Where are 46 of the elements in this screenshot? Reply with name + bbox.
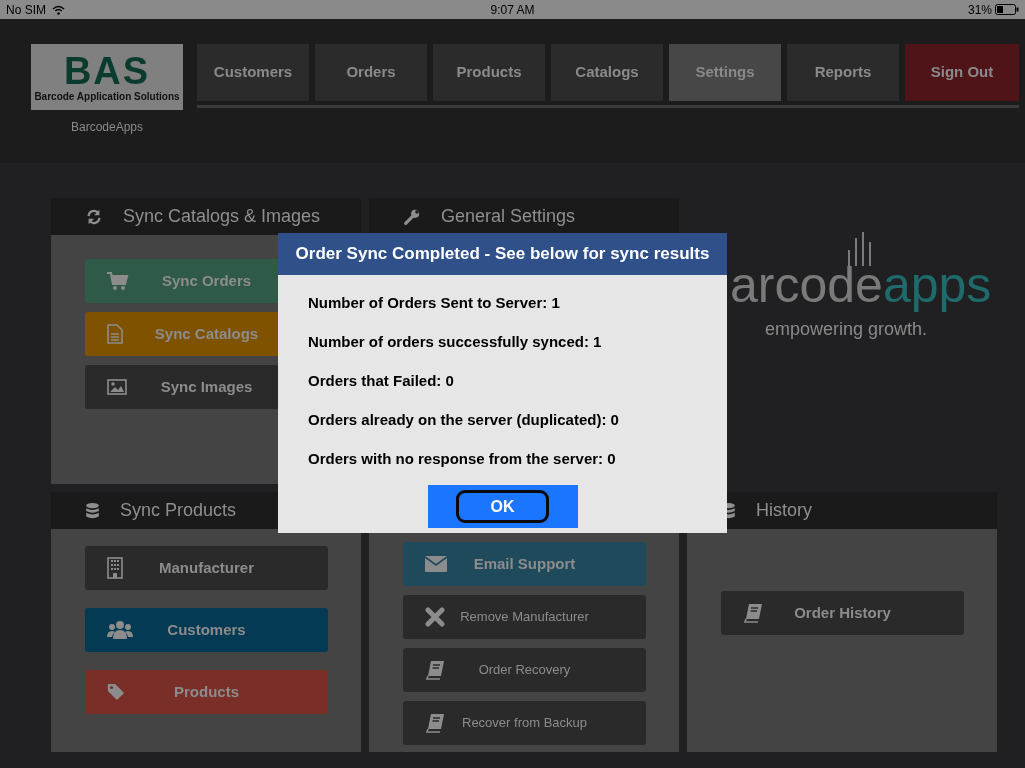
database-icon	[85, 501, 100, 520]
nav-tab[interactable]: Settings	[669, 44, 781, 101]
brand-tagline: empowering growth.	[765, 318, 928, 341]
wifi-icon	[52, 4, 65, 15]
nav-tab[interactable]: Orders	[315, 44, 427, 101]
action-button[interactable]: Manufacturer	[85, 546, 328, 590]
book-icon	[743, 603, 763, 623]
document-icon	[107, 324, 123, 344]
panel-title: General Settings	[441, 205, 576, 228]
wrench-icon	[403, 207, 421, 226]
action-button[interactable]: Customers	[85, 608, 328, 652]
sync-icon	[85, 207, 103, 226]
action-button[interactable]: Remove Manufacturer	[403, 595, 646, 639]
panel-title: History	[756, 499, 812, 522]
ok-button[interactable]: OK	[427, 485, 578, 528]
battery-icon	[995, 4, 1019, 15]
brand-logo-text: arcodeapps	[730, 260, 992, 310]
users-icon	[107, 620, 133, 640]
action-button[interactable]: Order Recovery	[403, 648, 646, 692]
sign-out-button[interactable]: Sign Out	[905, 44, 1019, 101]
nav-tab[interactable]: Customers	[197, 44, 309, 101]
cross-icon	[425, 607, 445, 627]
book-icon	[425, 660, 445, 680]
dialog-message: Orders with no response from the server: 0	[308, 449, 617, 468]
panel-title: Sync Products	[120, 499, 237, 522]
cart-icon	[107, 271, 129, 291]
action-button[interactable]: Products	[85, 670, 328, 714]
dialog-title: Order Sync Completed - See below for sync results	[278, 233, 727, 275]
nav-tab[interactable]: Catalogs	[551, 44, 663, 101]
nav-tab[interactable]: Products	[433, 44, 545, 101]
clock-time: 9:07 AM	[490, 1, 535, 19]
battery-percentage: 31%	[967, 1, 992, 19]
building-icon	[107, 557, 123, 579]
book-icon	[425, 713, 445, 733]
panel-title: Sync Catalogs & Images	[123, 205, 321, 228]
company-caption: BarcodeApps	[70, 119, 143, 136]
dialog-message: Orders already on the server (duplicated): 0	[308, 410, 620, 429]
carrier-label: No SIM	[6, 1, 46, 19]
company-logo: BAS Barcode Application Solutions	[31, 44, 183, 110]
action-button[interactable]: Order History	[721, 591, 964, 635]
envelope-icon	[425, 556, 447, 572]
image-icon	[107, 379, 127, 395]
action-button[interactable]: Recover from Backup	[403, 701, 646, 745]
nav-tab[interactable]: Reports	[787, 44, 899, 101]
tag-icon	[107, 683, 125, 701]
action-button[interactable]: Email Support	[403, 542, 646, 586]
